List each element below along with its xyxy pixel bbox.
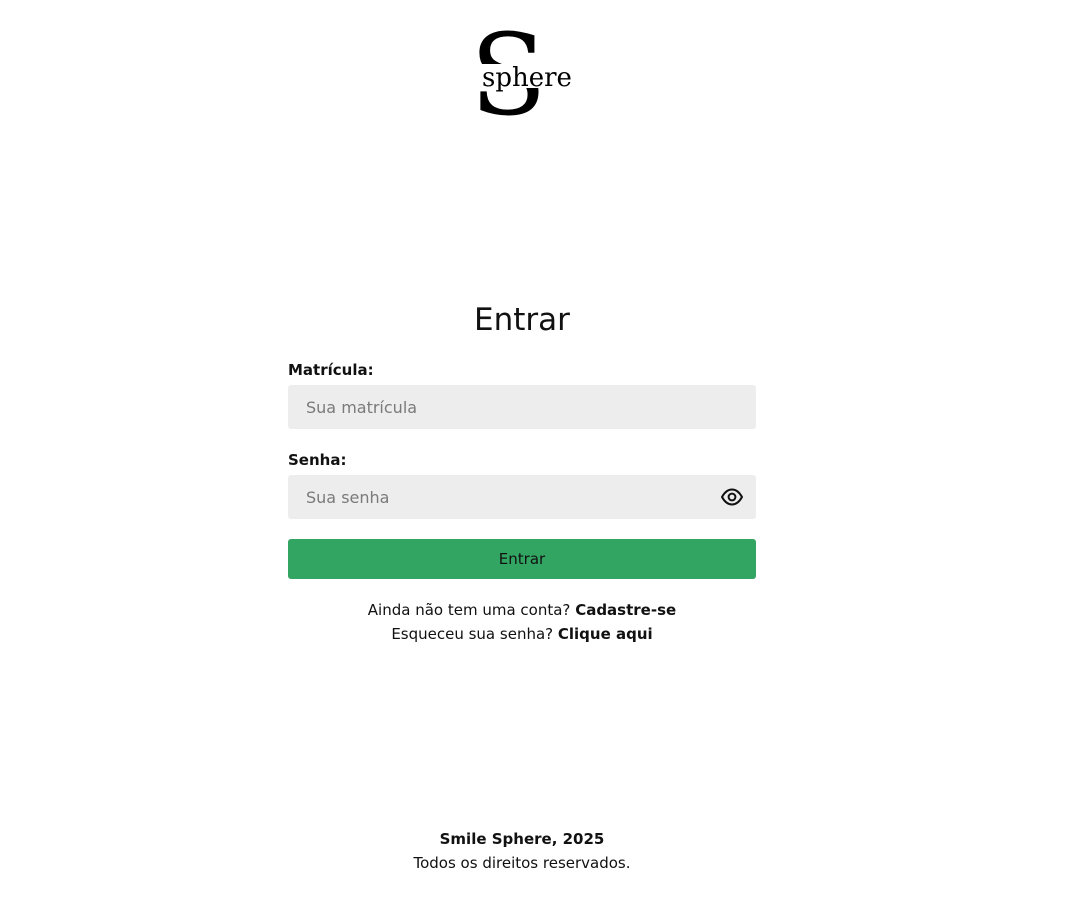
matricula-field[interactable]: [288, 385, 756, 429]
signup-prompt: Ainda não tem uma conta?: [367, 601, 571, 619]
eye-icon[interactable]: [720, 486, 744, 508]
matricula-input[interactable]: [288, 385, 756, 429]
footer-rights: Todos os direitos reservados.: [413, 854, 631, 872]
page-title: Entrar: [474, 302, 570, 338]
forgot-prompt: Esqueceu sua senha?: [391, 625, 554, 643]
signup-link[interactable]: Cadastre-se: [575, 601, 676, 619]
login-button[interactable]: Entrar: [288, 539, 756, 579]
matricula-label: Matrícula:: [288, 361, 374, 379]
logo-word: sphere: [482, 63, 572, 93]
forgot-password-link[interactable]: Clique aqui: [558, 625, 653, 643]
senha-input[interactable]: [288, 475, 756, 519]
signup-line: Ainda não tem uma conta? Cadastre-se: [288, 599, 756, 621]
senha-label: Senha:: [288, 451, 347, 469]
brand-logo: S sphere: [468, 28, 578, 124]
forgot-password-line: Esqueceu sua senha? Clique aqui: [288, 623, 756, 645]
footer-copyright: Smile Sphere, 2025: [439, 830, 605, 848]
senha-field[interactable]: [288, 475, 756, 519]
